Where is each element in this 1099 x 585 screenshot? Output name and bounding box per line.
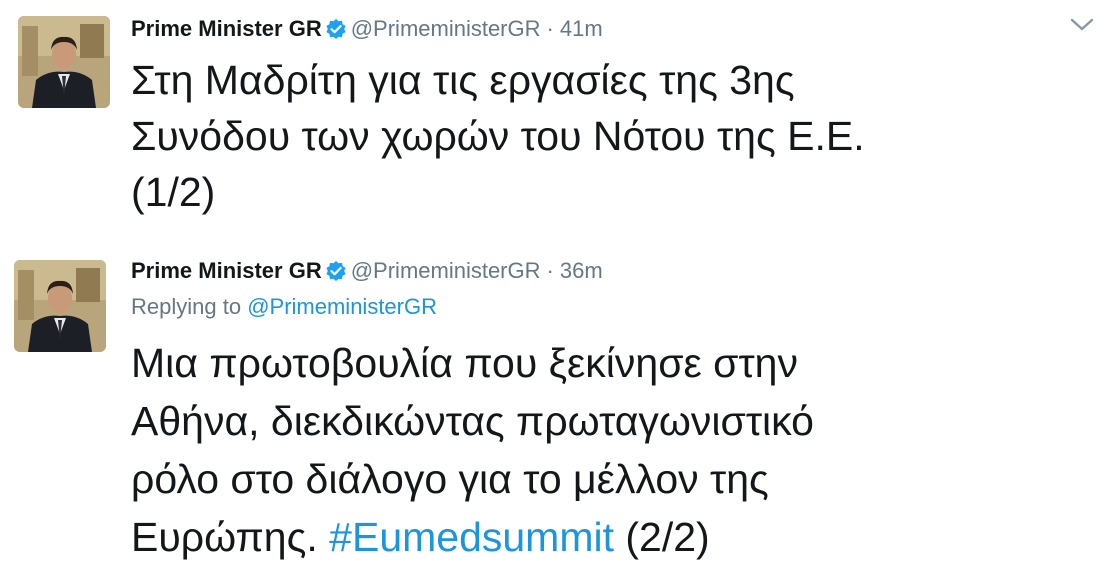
verified-badge-icon	[325, 18, 347, 40]
tweet-timestamp[interactable]: 41m	[560, 16, 603, 41]
chevron-down-icon[interactable]	[1069, 16, 1095, 34]
tweet-text-line: Αθήνα, διεκδικώντας πρωταγωνιστικό	[131, 398, 814, 444]
tweet-text-line: Ευρώπης. #Eumedsummit (2/2)	[131, 508, 1081, 566]
tweet-text: Στη Μαδρίτη για τις εργασίες της 3ης Συν…	[131, 52, 1081, 220]
replying-to: Replying to @PrimeministerGR	[131, 294, 437, 320]
separator-dot: ·	[546, 16, 554, 41]
text-fragment: Ευρώπης.	[131, 514, 318, 560]
tweet-text: Μια πρωτοβουλία που ξεκίνησε στην Αθήνα,…	[131, 334, 1081, 566]
tweet-header: Prime Minister GR @PrimeministerGR · 41m	[131, 16, 603, 42]
author-handle[interactable]: @PrimeministerGR	[351, 16, 541, 41]
replying-to-link[interactable]: @PrimeministerGR	[247, 294, 437, 319]
avatar-photo	[14, 260, 106, 352]
tweet-text-line: Συνόδου των χωρών του Νότου της Ε.Ε.	[131, 113, 865, 159]
avatar-photo	[18, 16, 110, 108]
author-name[interactable]: Prime Minister GR	[131, 16, 322, 41]
verified-badge-icon	[325, 260, 347, 282]
tweet-text-line: Μια πρωτοβουλία που ξεκίνησε στην	[131, 340, 798, 386]
tweet-text-line: (1/2)	[131, 169, 216, 215]
hashtag-link[interactable]: #Eumedsummit	[329, 514, 614, 560]
avatar[interactable]	[14, 260, 106, 352]
replying-label: Replying to	[131, 294, 242, 319]
text-fragment: (2/2)	[625, 514, 710, 560]
separator-dot: ·	[546, 258, 554, 283]
tweet-header: Prime Minister GR @PrimeministerGR · 36m	[131, 258, 603, 284]
tweet-1[interactable]: Prime Minister GR @PrimeministerGR · 41m Στ…	[0, 0, 1099, 250]
author-handle[interactable]: @PrimeministerGR	[351, 258, 541, 283]
avatar[interactable]	[18, 16, 110, 108]
tweet-2[interactable]: Prime Minister GR @PrimeministerGR · 36m Re…	[0, 250, 1099, 585]
tweet-text-line: ρόλο στο διάλογο για το μέλλον της	[131, 456, 769, 502]
author-name[interactable]: Prime Minister GR	[131, 258, 322, 283]
tweet-timestamp[interactable]: 36m	[560, 258, 603, 283]
tweet-text-line: Στη Μαδρίτη για τις εργασίες της 3ης	[131, 57, 795, 103]
